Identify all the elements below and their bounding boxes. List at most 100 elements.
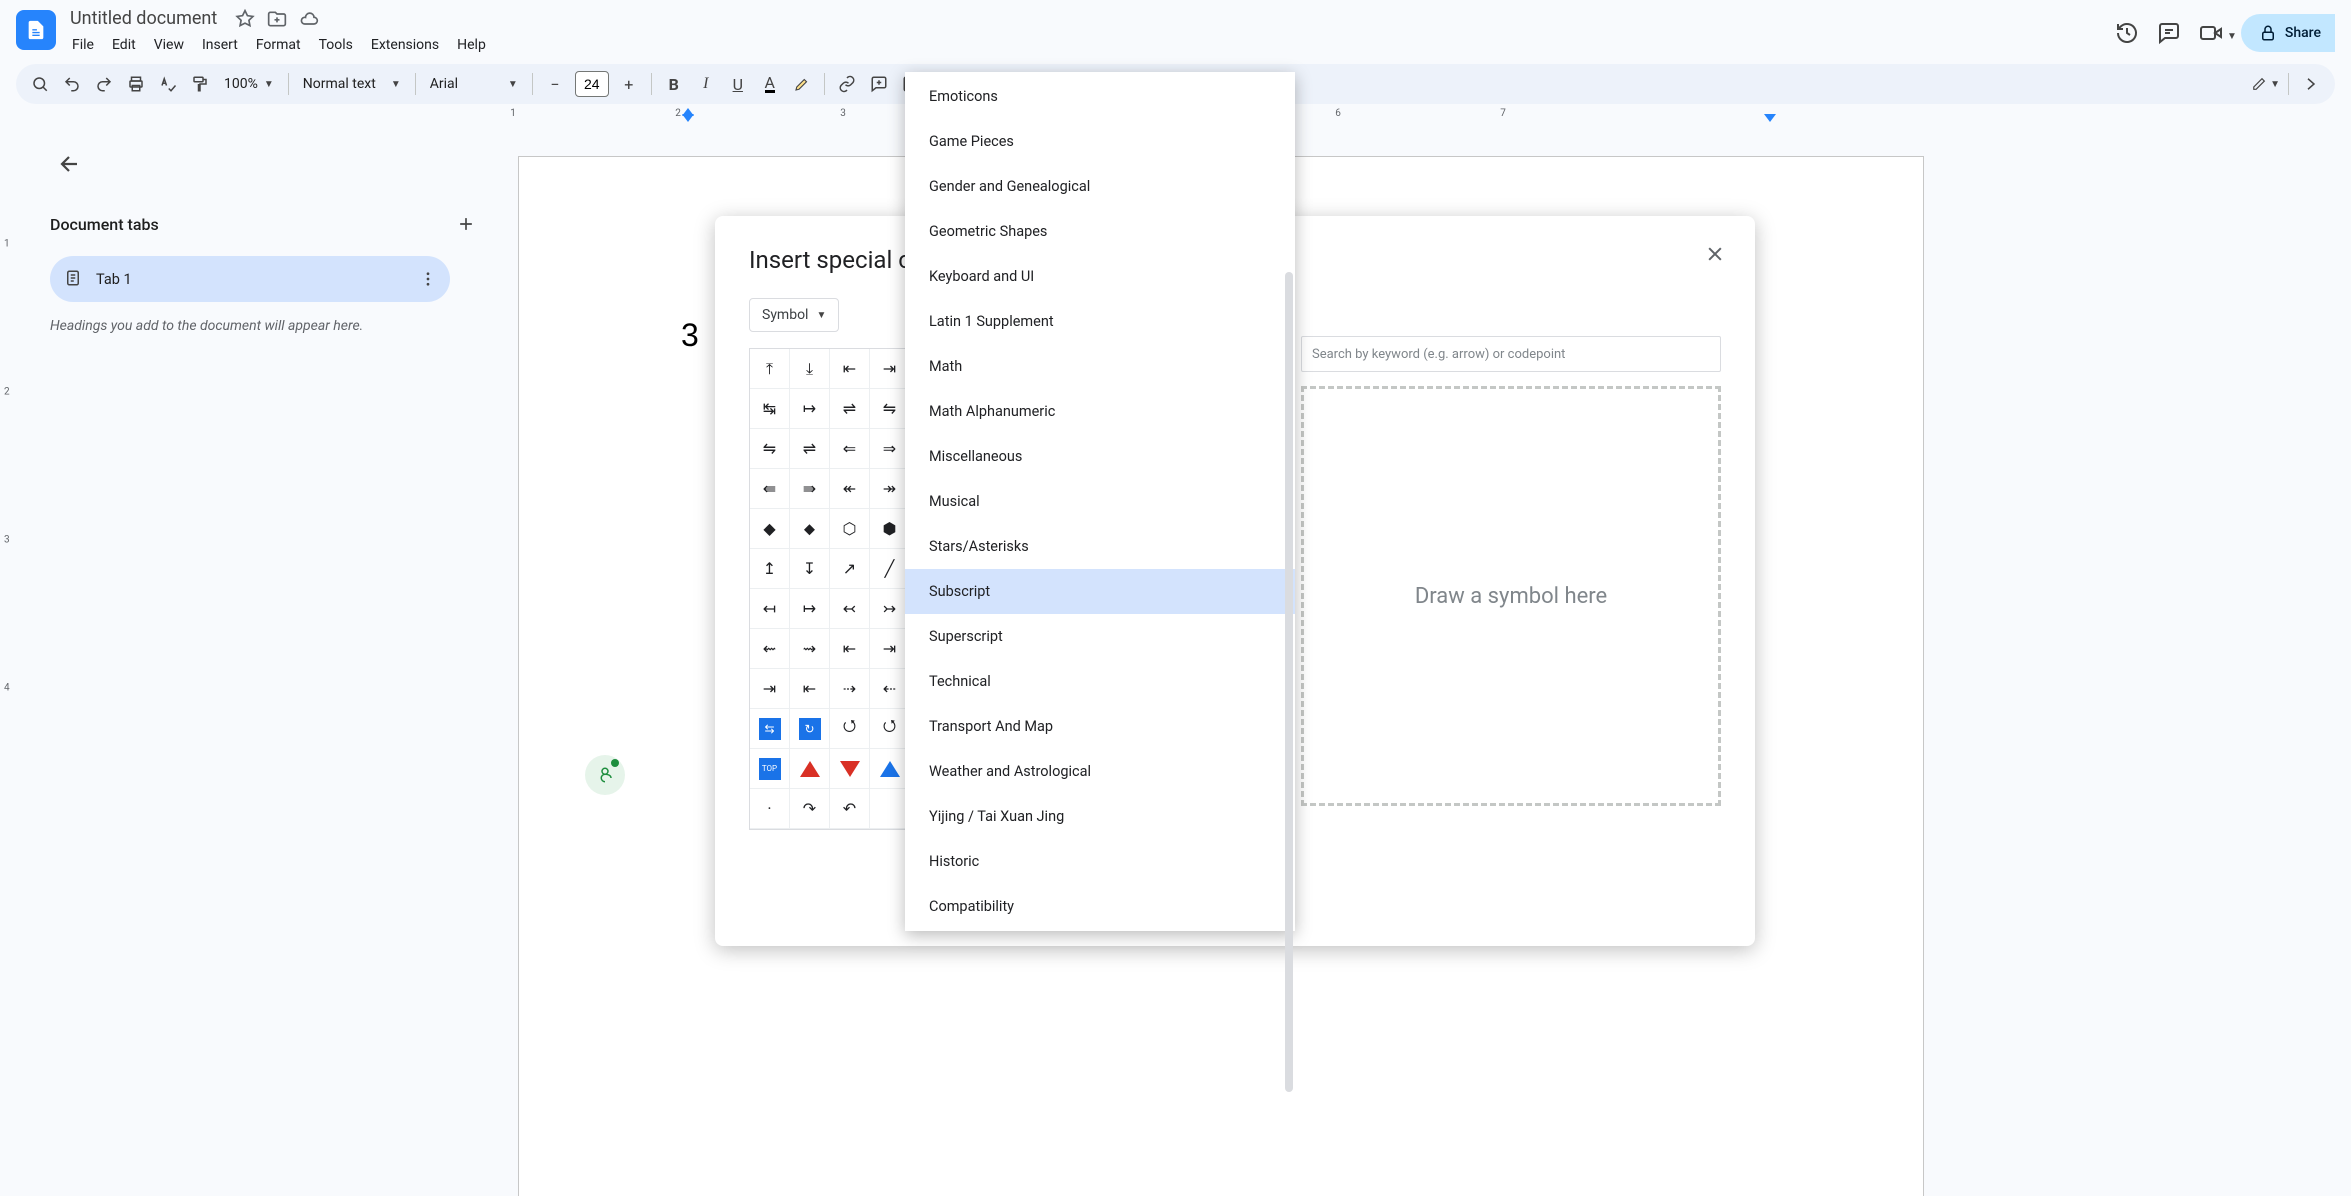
symbol-cell[interactable]: ↧ xyxy=(790,549,830,589)
category-option[interactable]: Math xyxy=(905,344,1295,389)
category-option[interactable]: Keyboard and UI xyxy=(905,254,1295,299)
history-icon[interactable] xyxy=(2115,21,2139,45)
symbol-cell[interactable]: ⇤ xyxy=(790,669,830,709)
symbol-cell[interactable]: TOP xyxy=(750,749,790,789)
underline-button[interactable]: U xyxy=(724,70,752,98)
vertical-ruler[interactable]: 1234 xyxy=(0,124,22,1196)
category-option[interactable]: Latin 1 Supplement xyxy=(905,299,1295,344)
add-tab-button[interactable] xyxy=(452,210,480,238)
search-icon[interactable] xyxy=(26,70,54,98)
decrease-fontsize-button[interactable]: − xyxy=(541,70,569,98)
font-dropdown[interactable]: Arial▼ xyxy=(424,76,524,92)
category-option[interactable]: Yijing / Tai Xuan Jing xyxy=(905,794,1295,839)
italic-button[interactable]: I xyxy=(692,70,720,98)
symbol-cell[interactable]: ⇌ xyxy=(830,389,870,429)
comments-icon[interactable] xyxy=(2157,21,2181,45)
menu-file[interactable]: File xyxy=(64,33,102,57)
category-option[interactable]: Emoticons xyxy=(905,74,1295,119)
symbol-cell[interactable]: ⇒ xyxy=(870,429,910,469)
symbol-cell[interactable]: ⇥ xyxy=(870,349,910,389)
category-option[interactable]: Compatibility xyxy=(905,884,1295,929)
category-option[interactable]: Musical xyxy=(905,479,1295,524)
category-option[interactable]: Weather and Astrological xyxy=(905,749,1295,794)
symbol-cell[interactable]: ⬢ xyxy=(870,509,910,549)
symbol-cell[interactable]: ⇛ xyxy=(790,469,830,509)
insert-link-button[interactable] xyxy=(833,70,861,98)
redo-icon[interactable] xyxy=(90,70,118,98)
menu-format[interactable]: Format xyxy=(248,33,309,57)
move-icon[interactable] xyxy=(267,9,287,29)
meet-icon[interactable]: ▼ xyxy=(2199,21,2223,45)
symbol-cell[interactable]: ⇜ xyxy=(750,629,790,669)
symbol-cell[interactable]: ⇐ xyxy=(830,429,870,469)
cloud-status-icon[interactable] xyxy=(299,9,319,29)
symbol-cell[interactable]: ⇢ xyxy=(830,669,870,709)
draw-symbol-area[interactable]: Draw a symbol here xyxy=(1301,386,1721,806)
category-option[interactable]: Transport And Map xyxy=(905,704,1295,749)
symbol-cell[interactable]: ⤓ xyxy=(790,349,830,389)
symbol-cell[interactable]: ⭯ xyxy=(870,709,910,749)
add-comment-button[interactable] xyxy=(865,70,893,98)
docs-logo[interactable] xyxy=(16,10,56,50)
symbol-cell[interactable]: ↥ xyxy=(750,549,790,589)
editing-mode-button[interactable]: ▼ xyxy=(2252,70,2280,98)
symbol-cell[interactable]: ⇌ xyxy=(790,429,830,469)
symbol-cell[interactable]: ↞ xyxy=(830,469,870,509)
category-option[interactable]: Math Alphanumeric xyxy=(905,389,1295,434)
category-option[interactable]: Subscript xyxy=(905,569,1295,614)
symbol-cell[interactable]: ↦ xyxy=(790,389,830,429)
category-option[interactable]: Stars/Asterisks xyxy=(905,524,1295,569)
dropdown-scrollbar[interactable] xyxy=(1285,272,1293,1092)
bold-button[interactable]: B xyxy=(660,70,688,98)
close-button[interactable] xyxy=(1701,240,1729,268)
document-title[interactable]: Untitled document xyxy=(64,6,223,31)
symbol-cell[interactable]: ↗ xyxy=(830,549,870,589)
symbol-category-dropdown[interactable]: Symbol ▼ xyxy=(749,298,839,332)
symbol-cell[interactable]: ↦ xyxy=(790,589,830,629)
symbol-cell[interactable]: ⬡ xyxy=(830,509,870,549)
category-option[interactable]: Gender and Genealogical xyxy=(905,164,1295,209)
collapse-panel-button[interactable] xyxy=(2297,70,2325,98)
symbol-cell[interactable]: ↹ xyxy=(750,389,790,429)
symbol-cell[interactable]: ⇥ xyxy=(750,669,790,709)
category-option[interactable]: Game Pieces xyxy=(905,119,1295,164)
symbol-cell[interactable]: ⇋ xyxy=(750,429,790,469)
text-color-button[interactable]: A xyxy=(756,70,784,98)
category-option[interactable]: Geometric Shapes xyxy=(905,209,1295,254)
symbol-cell[interactable]: ↢ xyxy=(830,589,870,629)
symbol-cell[interactable]: ⬥ xyxy=(790,509,830,549)
paragraph-style-dropdown[interactable]: Normal text▼ xyxy=(297,76,407,92)
symbol-cell[interactable]: ◆ xyxy=(750,509,790,549)
tab-chip[interactable]: Tab 1 xyxy=(50,256,450,302)
symbol-search-input[interactable]: Search by keyword (e.g. arrow) or codepo… xyxy=(1301,336,1721,372)
symbol-cell[interactable]: ╱ xyxy=(870,549,910,589)
menu-extensions[interactable]: Extensions xyxy=(363,33,447,57)
share-button[interactable]: Share xyxy=(2241,14,2335,52)
symbol-cell[interactable] xyxy=(870,789,910,829)
spellcheck-icon[interactable] xyxy=(154,70,182,98)
menu-help[interactable]: Help xyxy=(449,33,494,57)
undo-icon[interactable] xyxy=(58,70,86,98)
symbol-cell[interactable]: ⇠ xyxy=(870,669,910,709)
print-icon[interactable] xyxy=(122,70,150,98)
tab-more-icon[interactable] xyxy=(416,267,440,291)
symbol-cell[interactable]: ↣ xyxy=(870,589,910,629)
symbol-cell[interactable]: · xyxy=(750,789,790,829)
category-option[interactable]: Superscript xyxy=(905,614,1295,659)
symbol-cell[interactable]: ↠ xyxy=(870,469,910,509)
symbol-cell[interactable]: ↻ xyxy=(790,709,830,749)
presence-indicator[interactable] xyxy=(585,755,625,795)
increase-fontsize-button[interactable]: + xyxy=(615,70,643,98)
symbol-cell[interactable]: ↤ xyxy=(750,589,790,629)
menu-tools[interactable]: Tools xyxy=(311,33,361,57)
menu-insert[interactable]: Insert xyxy=(194,33,246,57)
back-button[interactable] xyxy=(50,144,90,184)
star-icon[interactable] xyxy=(235,9,255,29)
symbol-cell[interactable] xyxy=(830,749,870,789)
highlight-button[interactable] xyxy=(788,70,816,98)
category-option[interactable]: Technical xyxy=(905,659,1295,704)
symbol-cell[interactable]: ↶ xyxy=(830,789,870,829)
paint-format-icon[interactable] xyxy=(186,70,214,98)
symbol-cell[interactable]: ⤒ xyxy=(750,349,790,389)
menu-view[interactable]: View xyxy=(146,33,192,57)
